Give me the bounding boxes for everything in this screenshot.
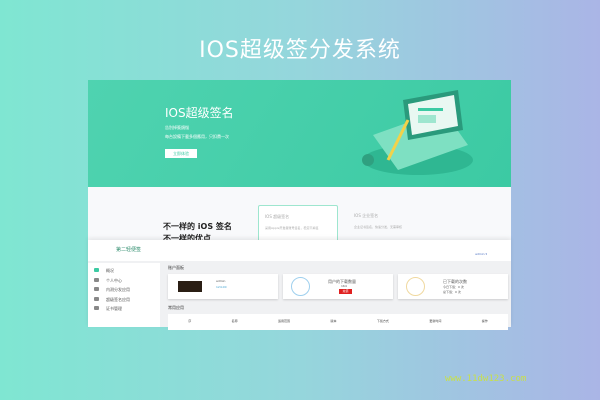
sidebar-label: 超级签名应用 bbox=[106, 296, 130, 302]
column-header: 序 bbox=[188, 319, 192, 323]
sidebar-label: 证书管理 bbox=[106, 306, 122, 311]
download-count-card: 用户的下载数量 164 充值 bbox=[283, 274, 393, 299]
app-icon bbox=[94, 287, 99, 291]
recharge-button[interactable]: 充值 bbox=[339, 289, 352, 294]
user-menu[interactable]: admin ▾ bbox=[475, 252, 487, 256]
laptop-illustration-icon bbox=[362, 90, 473, 175]
today-downloads: 今日下载：0 次 bbox=[443, 285, 464, 289]
sidebar-item-beta-apps[interactable]: 内测分发应用 bbox=[88, 287, 160, 297]
profile-name: admin bbox=[216, 279, 226, 283]
user-download-icon bbox=[291, 277, 310, 296]
feature-title: IOS 超级签名 bbox=[265, 214, 290, 219]
column-header: 名称 bbox=[231, 319, 238, 323]
sidebar-item-overview[interactable]: 概况 bbox=[88, 268, 160, 278]
hero-heading: IOS超级签名 bbox=[165, 106, 234, 120]
sidebar-item-profile[interactable]: 个人中心 bbox=[88, 277, 160, 288]
total-downloads: 总下载：0 次 bbox=[443, 290, 461, 294]
profile-card: admin 124.00 bbox=[168, 274, 278, 299]
feature-card-enterprise-sign[interactable]: IOS 企业签名企业证书签名，快速分发，无需审核 bbox=[348, 205, 428, 245]
apps-table-header: 序 名称 适用范围 版本 下载方式 更新时间 操作 bbox=[168, 314, 508, 330]
feature-desc: 企业证书签名，快速分发，无需审核 bbox=[354, 225, 403, 229]
column-header: 版本 bbox=[330, 319, 337, 323]
panel-title: 账户面板 bbox=[168, 265, 184, 270]
column-header: 适用范围 bbox=[278, 319, 291, 323]
top-bar: 第二轻便签 admin ▾ bbox=[88, 240, 511, 261]
apps-title: 常用应用 bbox=[168, 305, 184, 310]
check-icon bbox=[94, 296, 99, 301]
sidebar-label: 概况 bbox=[106, 268, 114, 273]
features-section: 不一样的 iOS 签名 不一样的优点 IOS 超级签名 采用Apple开发者账号签名… bbox=[88, 187, 511, 247]
sidebar-label: 个人中心 bbox=[106, 277, 122, 283]
cloud-download-icon bbox=[406, 277, 425, 296]
feature-desc: 采用Apple开发者账号签名，稳定不掉签 bbox=[265, 226, 319, 230]
column-header: 更新时间 bbox=[429, 319, 442, 323]
user-icon bbox=[94, 277, 99, 282]
sidebar-item-certificates[interactable]: 证书管理 bbox=[88, 306, 160, 316]
feature-card-super-sign[interactable]: IOS 超级签名采用Apple开发者账号签名，稳定不掉签 bbox=[258, 205, 338, 245]
downloaded-times-card: 已下载的次数 今日下载：0 次 总下载：0 次 bbox=[398, 274, 508, 299]
watermark: www.11dw123.com bbox=[445, 374, 527, 384]
hero-line1: 告別掉簽煩惱 bbox=[165, 125, 189, 130]
column-header: 操作 bbox=[481, 319, 488, 323]
page-title: IOS超级签分发系统 bbox=[199, 38, 401, 63]
sidebar: 概况 个人中心 内测分发应用 超级签名应用 证书管理 bbox=[88, 263, 160, 327]
profile-balance: 124.00 bbox=[216, 285, 227, 289]
column-header: 下载方式 bbox=[376, 319, 389, 323]
try-now-button[interactable]: 立即体验 bbox=[165, 149, 197, 158]
hero-line2: 每台設備下載多個應用，只扣費一次 bbox=[165, 134, 229, 139]
avatar bbox=[178, 281, 202, 292]
sidebar-item-super-sign-apps[interactable]: 超级签名应用 bbox=[88, 296, 160, 307]
main-content: 账户面板 admin 124.00 用户的下载数量 164 充值 已下载的次数 … bbox=[168, 265, 508, 330]
admin-dashboard: 第二轻便签 admin ▾ 概况 个人中心 内测分发应用 超级签名应用 证书管理… bbox=[88, 240, 511, 330]
hero-banner: IOS超级签名 告別掉簽煩惱 每台設備下載多個應用，只扣費一次 立即体验 bbox=[88, 80, 511, 187]
logo: 第二轻便签 bbox=[116, 247, 142, 253]
sidebar-label: 内测分发应用 bbox=[106, 287, 130, 292]
card-value: 164 bbox=[341, 284, 347, 288]
certificate-icon bbox=[94, 306, 99, 310]
monitor-icon bbox=[94, 268, 99, 272]
feature-title: IOS 企业签名 bbox=[354, 213, 379, 218]
features-heading-1: 不一样的 iOS 签名 bbox=[163, 222, 232, 231]
